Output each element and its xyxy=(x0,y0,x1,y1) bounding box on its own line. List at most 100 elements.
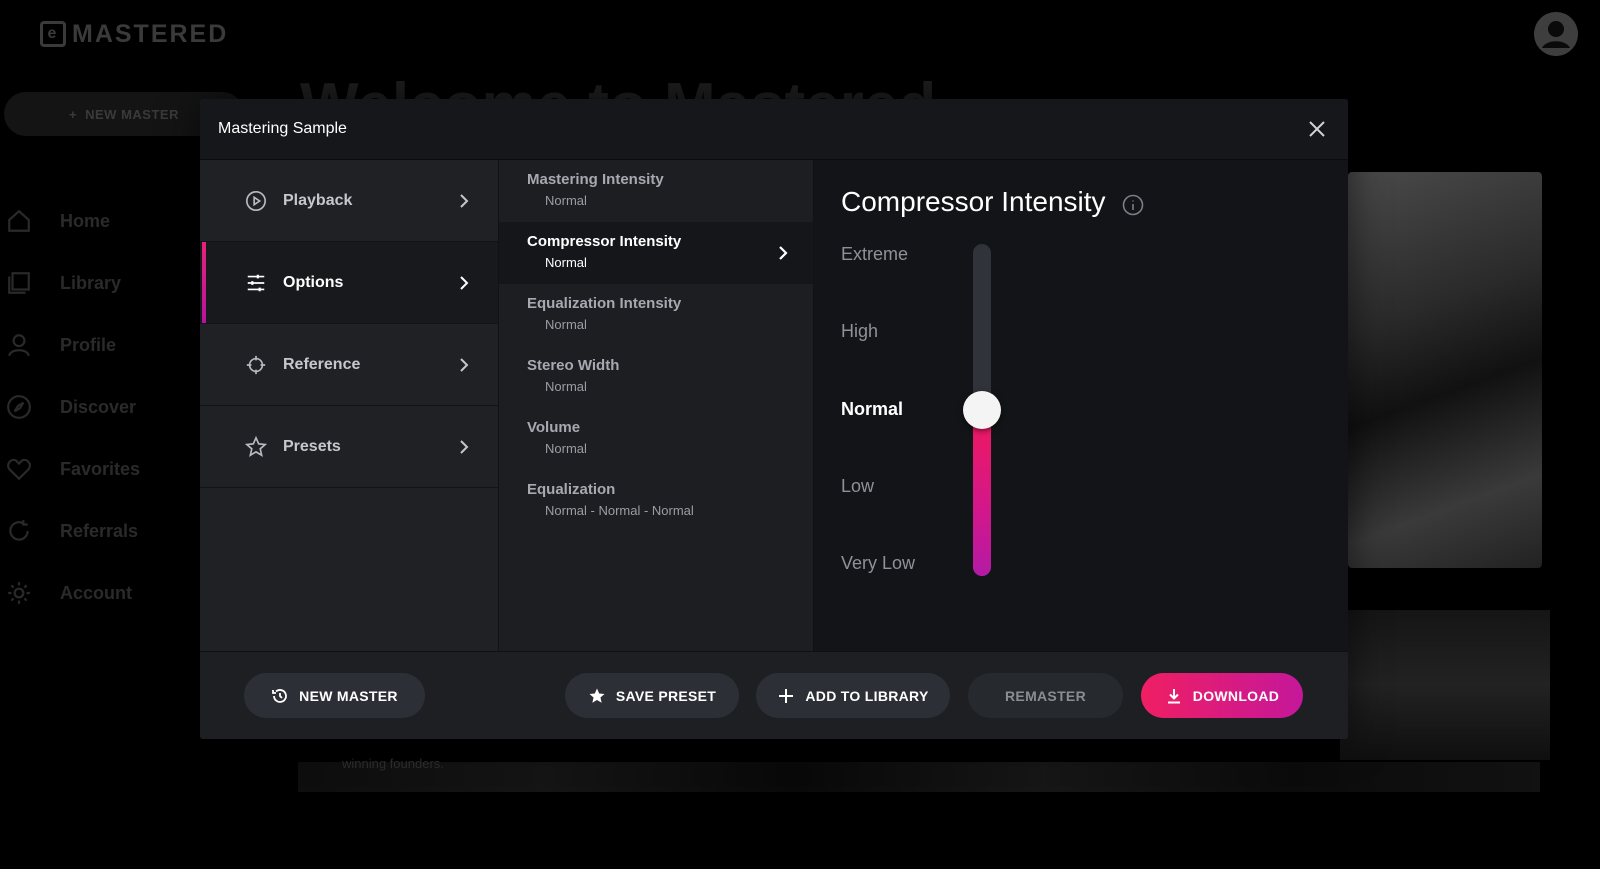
add-to-library-label: ADD TO LIBRARY xyxy=(805,687,929,704)
add-to-library-button[interactable]: ADD TO LIBRARY xyxy=(756,673,950,718)
new-master-button[interactable]: NEW MASTER xyxy=(244,673,425,718)
option-volume[interactable]: Volume Normal xyxy=(499,408,813,470)
close-button[interactable] xyxy=(1304,116,1330,142)
save-preset-button[interactable]: SAVE PRESET xyxy=(565,673,739,718)
user-icon xyxy=(1534,12,1578,56)
home-icon xyxy=(4,206,34,236)
download-label: DOWNLOAD xyxy=(1192,687,1280,704)
menu-item-label: Presets xyxy=(283,437,341,455)
save-preset-label: SAVE PRESET xyxy=(615,687,717,704)
heart-icon xyxy=(4,454,34,484)
option-value: Normal xyxy=(545,379,587,394)
chevron-right-icon xyxy=(454,437,474,457)
level-label-very-low[interactable]: Very Low xyxy=(841,553,915,574)
play-circle-icon xyxy=(244,189,268,213)
gear-icon xyxy=(4,578,34,608)
chevron-right-icon xyxy=(454,355,474,375)
options-list: Mastering Intensity Normal Compressor In… xyxy=(499,160,814,651)
sidebar-item-referrals[interactable]: Referrals xyxy=(4,500,140,562)
option-equalization[interactable]: Equalization Normal - Normal - Normal xyxy=(499,470,813,532)
option-mastering-intensity[interactable]: Mastering Intensity Normal xyxy=(499,160,813,222)
intensity-slider-track[interactable] xyxy=(963,244,1001,576)
new-master-label: NEW MASTER xyxy=(299,687,398,704)
sidebar-item-label: Profile xyxy=(60,334,117,355)
plus-icon: + xyxy=(69,106,78,122)
sidebar-item-profile[interactable]: Profile xyxy=(4,314,140,376)
sidebar-item-library[interactable]: Library xyxy=(4,252,140,314)
background-artwork xyxy=(1348,172,1542,568)
sidebar-item-label: Referrals xyxy=(60,520,139,541)
sidebar-item-home[interactable]: Home xyxy=(4,190,140,252)
category-menu: Playback Options Reference Presets xyxy=(200,160,499,651)
mastering-dialog: Mastering Sample Playback Options Refere… xyxy=(200,99,1348,739)
close-icon xyxy=(1309,121,1325,137)
menu-item-options[interactable]: Options xyxy=(200,242,498,324)
brand-logo: e MASTERED xyxy=(40,20,228,48)
plus-icon xyxy=(777,687,795,705)
level-label-extreme[interactable]: Extreme xyxy=(841,244,908,265)
intensity-slider-thumb[interactable] xyxy=(963,391,1001,429)
menu-item-label: Reference xyxy=(283,355,361,373)
detail-header: Compressor Intensity xyxy=(841,186,1144,218)
option-value: Normal xyxy=(545,441,587,456)
option-equalization-intensity[interactable]: Equalization Intensity Normal xyxy=(499,284,813,346)
star-icon xyxy=(588,687,606,705)
crosshair-icon xyxy=(244,353,268,377)
dialog-footer: NEW MASTER SAVE PRESET ADD TO LIBRARY RE… xyxy=(200,651,1348,739)
detail-title: Compressor Intensity xyxy=(841,186,1106,217)
menu-item-playback[interactable]: Playback xyxy=(200,160,498,242)
option-compressor-intensity[interactable]: Compressor Intensity Normal xyxy=(499,222,813,284)
option-name: Volume xyxy=(527,419,581,436)
download-icon xyxy=(1165,687,1183,705)
remaster-button[interactable]: REMASTER xyxy=(968,673,1123,718)
option-name: Equalization Intensity xyxy=(527,295,682,312)
brand-name: MASTERED xyxy=(72,19,229,48)
sidebar-item-label: Discover xyxy=(60,396,137,417)
chevron-right-icon xyxy=(773,243,793,263)
option-stereo-width[interactable]: Stereo Width Normal xyxy=(499,346,813,408)
level-label-low[interactable]: Low xyxy=(841,476,874,497)
sidebar-item-label: Library xyxy=(60,272,122,293)
level-label-normal[interactable]: Normal xyxy=(841,399,903,420)
level-label-high[interactable]: High xyxy=(841,321,878,342)
sidebar-item-label: Home xyxy=(60,210,111,231)
option-value: Normal xyxy=(545,193,587,208)
sidebar-item-label: Account xyxy=(60,582,132,603)
sidebar-item-label: Favorites xyxy=(60,458,141,479)
sidebar-item-favorites[interactable]: Favorites xyxy=(4,438,140,500)
profile-icon xyxy=(4,330,34,360)
compass-icon xyxy=(4,392,34,422)
option-name: Compressor Intensity xyxy=(527,233,682,250)
avatar[interactable] xyxy=(1534,12,1578,56)
menu-item-reference[interactable]: Reference xyxy=(200,324,498,406)
option-name: Mastering Intensity xyxy=(527,171,664,188)
option-name: Equalization xyxy=(527,481,616,498)
chevron-right-icon xyxy=(454,191,474,211)
library-icon xyxy=(4,268,34,298)
menu-item-presets[interactable]: Presets xyxy=(200,406,498,488)
info-icon[interactable] xyxy=(1122,191,1144,216)
brand-mark: e xyxy=(40,21,66,47)
intensity-slider-fill xyxy=(973,410,991,576)
background-caption: winning founders. xyxy=(342,756,444,771)
download-button[interactable]: DOWNLOAD xyxy=(1141,673,1303,718)
detail-panel: Compressor Intensity Extreme High Normal… xyxy=(814,160,1348,651)
dialog-body: Playback Options Reference Presets Maste… xyxy=(200,160,1348,651)
background-strip xyxy=(298,762,1540,792)
sidebar-item-account[interactable]: Account xyxy=(4,562,140,624)
sliders-icon xyxy=(244,271,268,295)
background-new-master-label: NEW MASTER xyxy=(85,106,179,122)
history-icon xyxy=(271,687,289,705)
option-value: Normal xyxy=(545,317,587,332)
sidebar-item-discover[interactable]: Discover xyxy=(4,376,140,438)
option-value: Normal - Normal - Normal xyxy=(545,503,694,518)
remaster-label: REMASTER xyxy=(1005,687,1086,704)
menu-item-label: Options xyxy=(283,273,344,291)
refresh-icon xyxy=(4,516,34,546)
background-artwork-lower xyxy=(1340,610,1550,760)
star-icon xyxy=(244,435,268,459)
dialog-header: Mastering Sample xyxy=(200,99,1348,160)
menu-item-label: Playback xyxy=(283,191,353,209)
option-name: Stereo Width xyxy=(527,357,620,374)
dialog-title: Mastering Sample xyxy=(218,120,347,137)
